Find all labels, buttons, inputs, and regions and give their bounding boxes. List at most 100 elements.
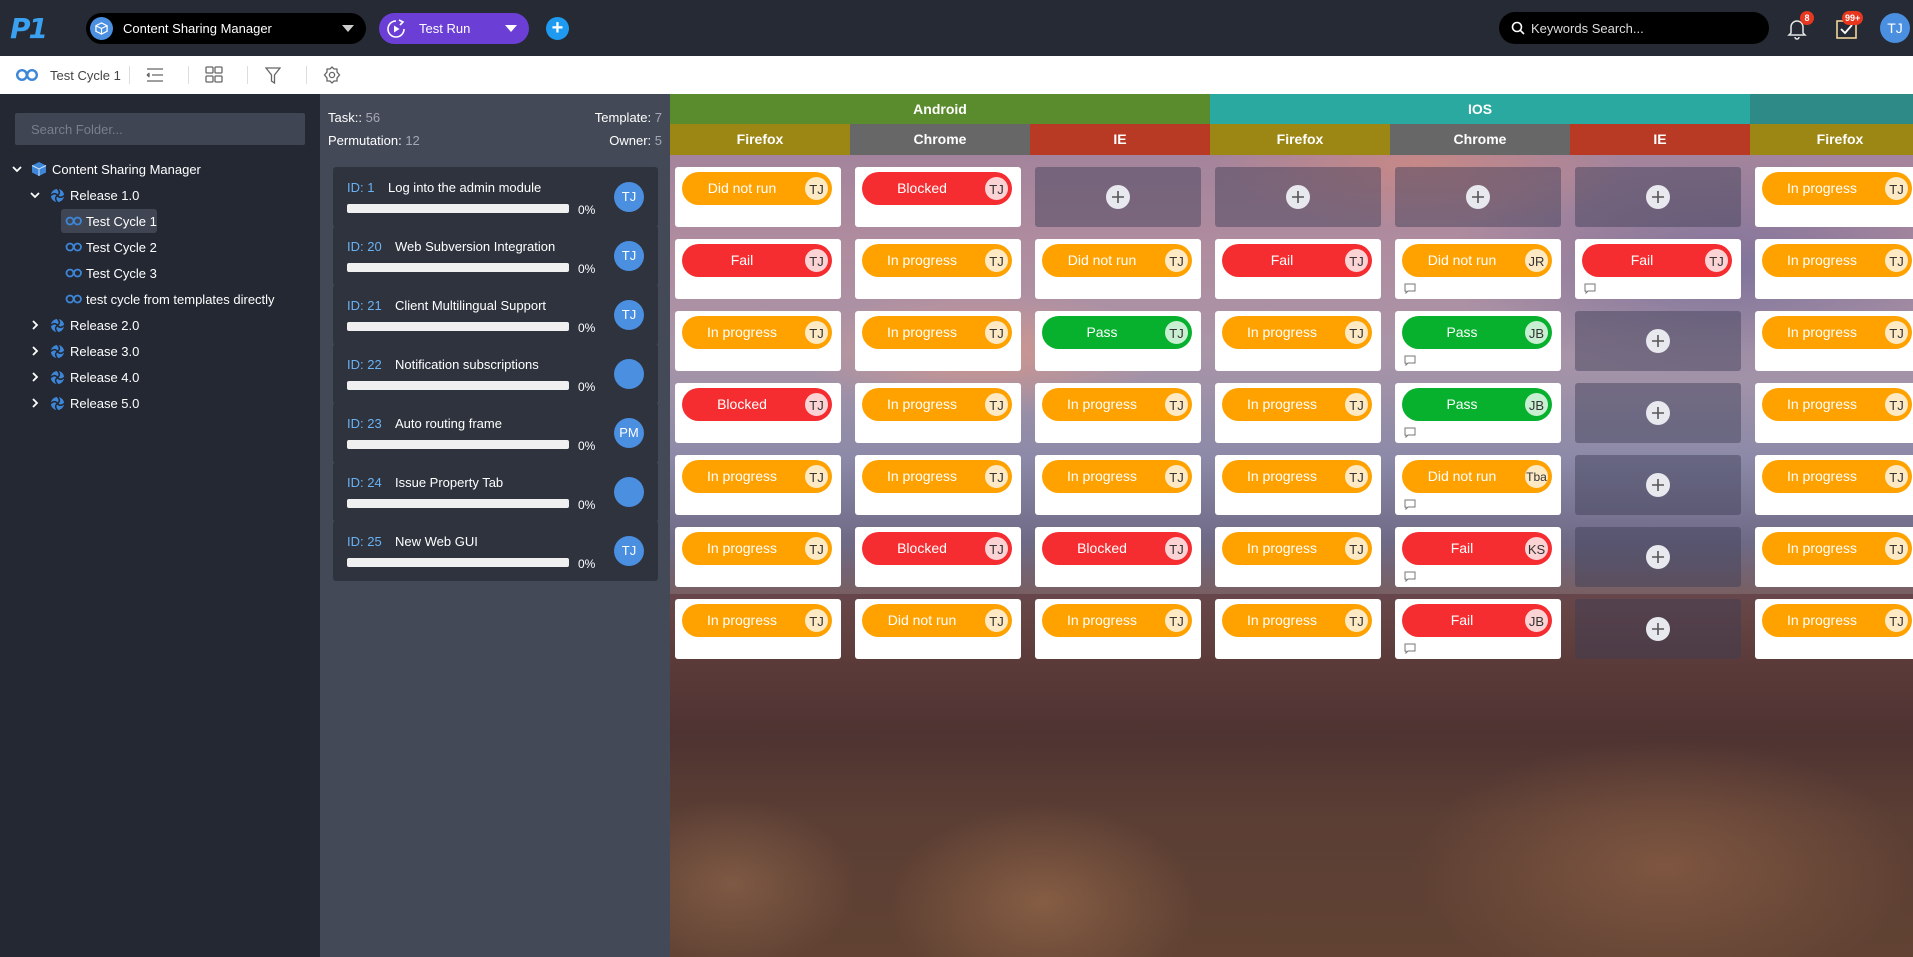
task-owner-avatar[interactable] bbox=[614, 359, 644, 389]
status-pill[interactable]: In progress TJ bbox=[1762, 460, 1912, 493]
tree-item-release[interactable]: Release 2.0 bbox=[0, 312, 320, 338]
assignee-avatar[interactable]: Tba bbox=[1524, 464, 1549, 489]
permutation-cell[interactable]: In progress TJ bbox=[675, 455, 841, 515]
permutation-cell[interactable]: In progress TJ bbox=[1035, 455, 1201, 515]
permutation-cell[interactable]: Fail TJ bbox=[1215, 239, 1381, 299]
status-pill[interactable]: In progress TJ bbox=[862, 316, 1012, 349]
task-owner-avatar[interactable]: TJ bbox=[614, 300, 644, 330]
assignee-avatar[interactable]: TJ bbox=[984, 320, 1009, 345]
assignee-avatar[interactable]: TJ bbox=[1344, 608, 1369, 633]
assignee-avatar[interactable]: TJ bbox=[804, 248, 829, 273]
assignee-avatar[interactable]: TJ bbox=[1884, 320, 1909, 345]
filter-button[interactable] bbox=[262, 64, 284, 86]
collapse-list-button[interactable] bbox=[144, 64, 166, 86]
assignee-avatar[interactable]: JB bbox=[1524, 320, 1549, 345]
permutation-cell[interactable]: In progress TJ bbox=[1215, 599, 1381, 659]
status-pill[interactable]: Pass JB bbox=[1402, 388, 1552, 421]
assignee-avatar[interactable]: JR bbox=[1524, 248, 1549, 273]
status-pill[interactable]: In progress TJ bbox=[1042, 388, 1192, 421]
status-pill[interactable]: In progress TJ bbox=[1762, 604, 1912, 637]
tree-item-release[interactable]: Release 4.0 bbox=[0, 364, 320, 390]
assignee-avatar[interactable]: TJ bbox=[1164, 608, 1189, 633]
status-pill[interactable]: In progress TJ bbox=[1762, 172, 1912, 205]
status-pill[interactable]: In progress TJ bbox=[862, 244, 1012, 277]
status-pill[interactable]: In progress TJ bbox=[1222, 532, 1372, 565]
assignee-avatar[interactable]: TJ bbox=[804, 464, 829, 489]
assignee-avatar[interactable]: TJ bbox=[1344, 392, 1369, 417]
status-pill[interactable]: In progress TJ bbox=[682, 604, 832, 637]
status-pill[interactable]: Blocked TJ bbox=[862, 532, 1012, 565]
task-card[interactable]: ID: 20 Web Subversion Integration 0% TJ bbox=[333, 226, 658, 286]
permutation-cell[interactable]: In progress TJ bbox=[1755, 311, 1913, 371]
status-pill[interactable]: Did not run TJ bbox=[1042, 244, 1192, 277]
status-pill[interactable]: In progress TJ bbox=[1042, 460, 1192, 493]
chevron-right-icon[interactable] bbox=[28, 344, 42, 358]
status-pill[interactable]: Blocked TJ bbox=[862, 172, 1012, 205]
assignee-avatar[interactable]: TJ bbox=[1164, 464, 1189, 489]
task-owner-avatar[interactable]: TJ bbox=[614, 536, 644, 566]
permutation-cell[interactable]: Pass JB bbox=[1395, 311, 1561, 371]
status-pill[interactable]: In progress TJ bbox=[1762, 532, 1912, 565]
assignee-avatar[interactable]: TJ bbox=[804, 608, 829, 633]
assignee-avatar[interactable]: TJ bbox=[1884, 176, 1909, 201]
assignee-avatar[interactable]: TJ bbox=[1164, 248, 1189, 273]
task-card[interactable]: ID: 24 Issue Property Tab 0% bbox=[333, 462, 658, 522]
task-card[interactable]: ID: 1 Log into the admin module 0% TJ bbox=[333, 167, 658, 227]
status-pill[interactable]: In progress TJ bbox=[1222, 604, 1372, 637]
empty-permutation-cell[interactable] bbox=[1575, 383, 1741, 443]
assignee-avatar[interactable]: JB bbox=[1524, 608, 1549, 633]
tree-item-cycle[interactable]: test cycle from templates directly bbox=[0, 286, 320, 312]
empty-permutation-cell[interactable] bbox=[1575, 455, 1741, 515]
status-pill[interactable]: Fail JB bbox=[1402, 604, 1552, 637]
status-pill[interactable]: In progress TJ bbox=[1222, 388, 1372, 421]
tree-item-cycle[interactable]: Test Cycle 1 bbox=[0, 208, 320, 234]
empty-permutation-cell[interactable] bbox=[1575, 167, 1741, 227]
permutation-cell[interactable]: Blocked TJ bbox=[675, 383, 841, 443]
task-card[interactable]: ID: 25 New Web GUI 0% TJ bbox=[333, 521, 658, 581]
add-cell-button[interactable] bbox=[1646, 401, 1670, 425]
tree-item-release[interactable]: Release 1.0 bbox=[0, 182, 320, 208]
permutation-cell[interactable]: Blocked TJ bbox=[1035, 527, 1201, 587]
assignee-avatar[interactable]: TJ bbox=[1704, 248, 1729, 273]
user-avatar[interactable]: TJ bbox=[1880, 13, 1910, 43]
task-owner-avatar[interactable]: TJ bbox=[614, 182, 644, 212]
task-card[interactable]: ID: 23 Auto routing frame 0% PM bbox=[333, 403, 658, 463]
chevron-right-icon[interactable] bbox=[28, 318, 42, 332]
assignee-avatar[interactable]: TJ bbox=[984, 608, 1009, 633]
add-cell-button[interactable] bbox=[1286, 185, 1310, 209]
status-pill[interactable]: Fail TJ bbox=[682, 244, 832, 277]
status-pill[interactable]: Did not run TJ bbox=[862, 604, 1012, 637]
status-pill[interactable]: In progress TJ bbox=[682, 460, 832, 493]
settings-button[interactable] bbox=[321, 64, 343, 86]
permutation-cell[interactable]: Did not run TJ bbox=[855, 599, 1021, 659]
keyword-search-input[interactable] bbox=[1531, 20, 1751, 36]
assignee-avatar[interactable]: TJ bbox=[1344, 320, 1369, 345]
status-pill[interactable]: In progress TJ bbox=[862, 388, 1012, 421]
add-button[interactable]: + bbox=[546, 17, 569, 40]
assignee-avatar[interactable]: TJ bbox=[1884, 248, 1909, 273]
assignee-avatar[interactable]: TJ bbox=[1344, 464, 1369, 489]
permutation-cell[interactable]: In progress TJ bbox=[1035, 599, 1201, 659]
empty-permutation-cell[interactable] bbox=[1215, 167, 1381, 227]
permutation-cell[interactable]: In progress TJ bbox=[675, 527, 841, 587]
add-cell-button[interactable] bbox=[1466, 185, 1490, 209]
empty-permutation-cell[interactable] bbox=[1035, 167, 1201, 227]
status-pill[interactable]: Fail KS bbox=[1402, 532, 1552, 565]
permutation-cell[interactable]: Pass TJ bbox=[1035, 311, 1201, 371]
status-pill[interactable]: In progress TJ bbox=[1222, 316, 1372, 349]
status-pill[interactable]: In progress TJ bbox=[682, 532, 832, 565]
permutation-cell[interactable]: Pass JB bbox=[1395, 383, 1561, 443]
chevron-right-icon[interactable] bbox=[28, 370, 42, 384]
status-pill[interactable]: Did not run TJ bbox=[682, 172, 832, 205]
permutation-cell[interactable]: Fail KS bbox=[1395, 527, 1561, 587]
comment-icon[interactable] bbox=[1404, 571, 1416, 582]
assignee-avatar[interactable]: TJ bbox=[1884, 464, 1909, 489]
permutation-cell[interactable]: In progress TJ bbox=[675, 311, 841, 371]
assignee-avatar[interactable]: TJ bbox=[804, 320, 829, 345]
permutation-cell[interactable]: In progress TJ bbox=[855, 239, 1021, 299]
status-pill[interactable]: In progress TJ bbox=[1762, 388, 1912, 421]
status-pill[interactable]: Pass TJ bbox=[1042, 316, 1192, 349]
status-pill[interactable]: In progress TJ bbox=[1042, 604, 1192, 637]
tree-item-release[interactable]: Release 3.0 bbox=[0, 338, 320, 364]
status-pill[interactable]: In progress TJ bbox=[862, 460, 1012, 493]
